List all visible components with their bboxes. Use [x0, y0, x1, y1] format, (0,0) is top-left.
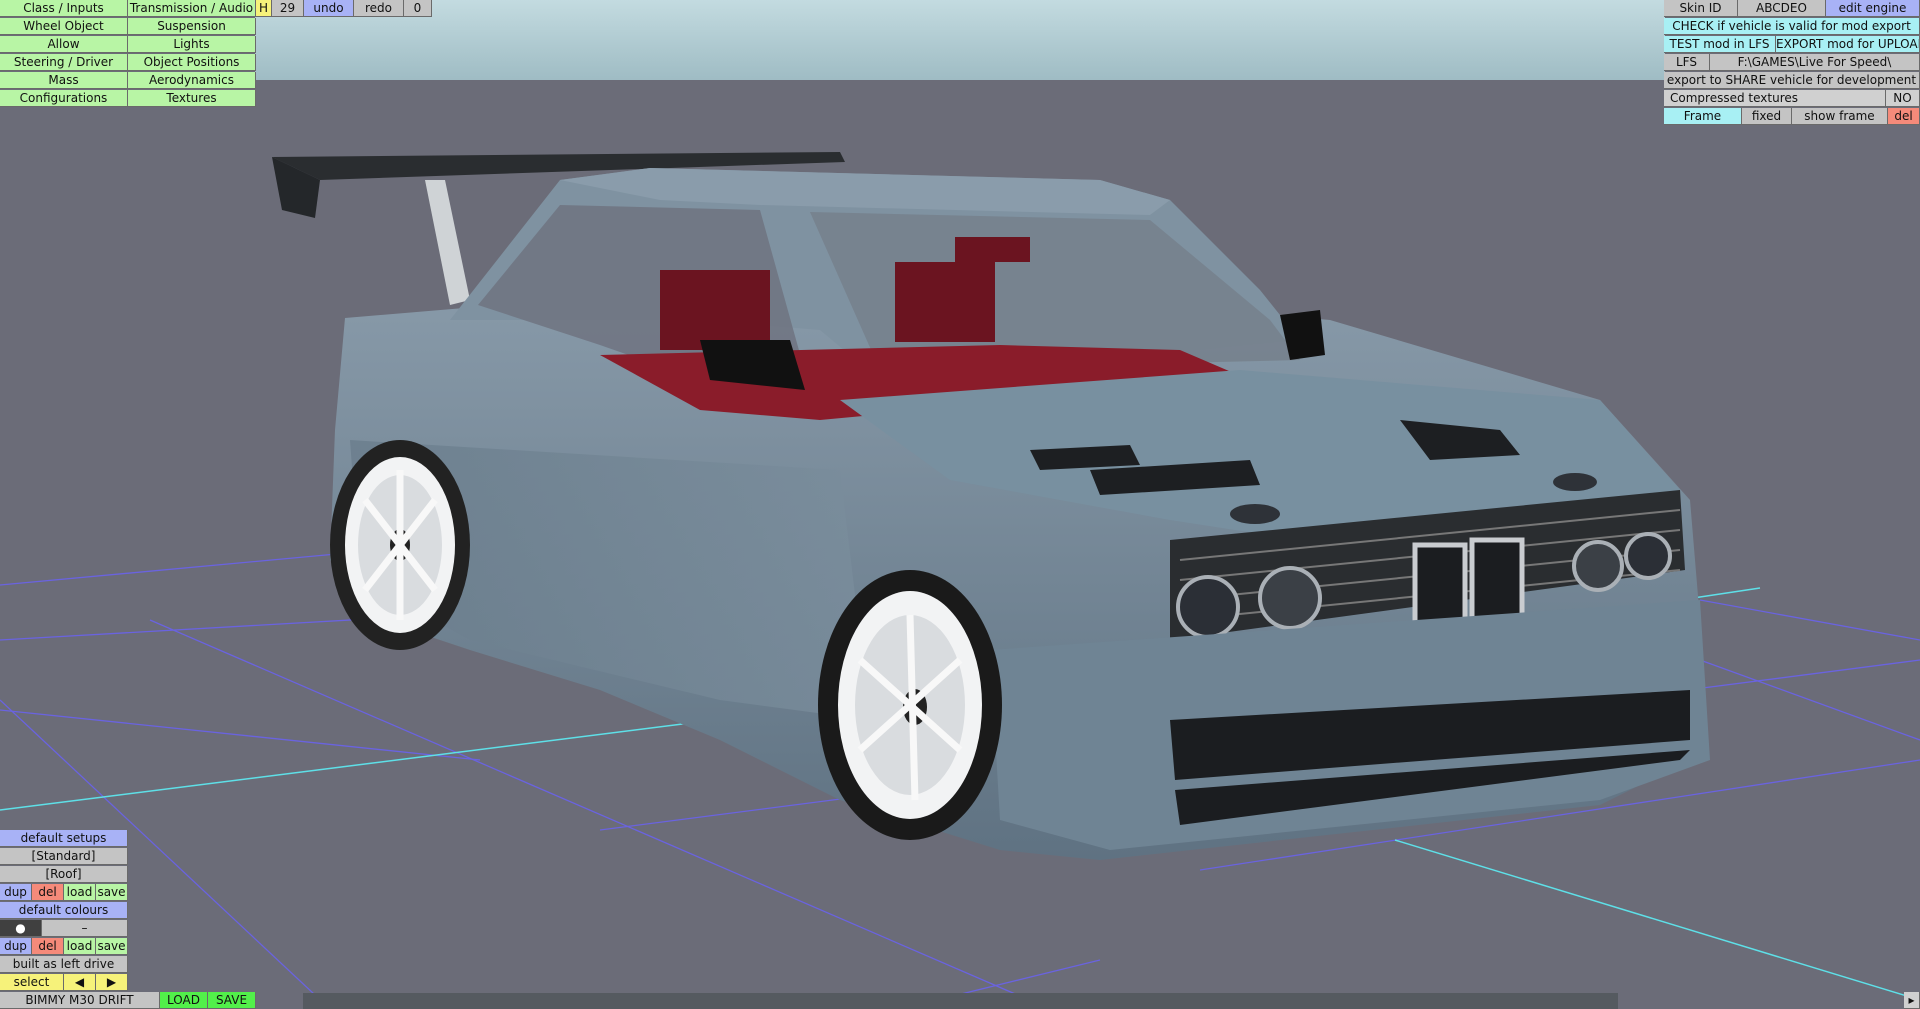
- colour-load-button[interactable]: load: [64, 938, 96, 955]
- load-vehicle-button[interactable]: LOAD: [160, 992, 208, 1009]
- colour-dup-button[interactable]: dup: [0, 938, 32, 955]
- menu-item-transmission-audio[interactable]: Transmission / Audio: [128, 0, 256, 17]
- menu-item-configurations[interactable]: Configurations: [0, 90, 128, 107]
- save-vehicle-button[interactable]: SAVE: [208, 992, 256, 1009]
- colour-del-button[interactable]: del: [32, 938, 64, 955]
- lfs-label: LFS: [1664, 54, 1710, 71]
- 3d-viewport[interactable]: [0, 0, 1920, 1009]
- compressed-textures-label: Compressed textures: [1664, 90, 1886, 107]
- select-button[interactable]: select: [0, 974, 64, 991]
- scroll-right-arrow-icon[interactable]: ▸: [1904, 992, 1920, 1009]
- test-mod-button[interactable]: TEST mod in LFS: [1664, 36, 1776, 53]
- redo-count: 0: [404, 0, 432, 17]
- compressed-textures-toggle[interactable]: NO: [1886, 90, 1920, 107]
- export-mod-button[interactable]: EXPORT mod for UPLOAD: [1776, 36, 1920, 53]
- skin-id-label: Skin ID: [1664, 0, 1738, 17]
- frame-button[interactable]: Frame: [1664, 108, 1742, 125]
- colour-swatch[interactable]: ●: [0, 920, 42, 937]
- h-button[interactable]: H: [256, 0, 272, 17]
- sky-backdrop: [255, 0, 1665, 80]
- menu-item-wheel-object[interactable]: Wheel Object: [0, 18, 128, 35]
- default-colours-button[interactable]: default colours: [0, 902, 128, 919]
- setup-dup-button[interactable]: dup: [0, 884, 32, 901]
- menu-item-allow[interactable]: Allow: [0, 36, 128, 53]
- setup-save-button[interactable]: save: [96, 884, 128, 901]
- menu-item-suspension[interactable]: Suspension: [128, 18, 256, 35]
- colour-empty[interactable]: –: [42, 920, 128, 937]
- menu-item-mass[interactable]: Mass: [0, 72, 128, 89]
- setup-roof[interactable]: [Roof]: [0, 866, 128, 883]
- vehicle-name-field[interactable]: BIMMY M30 DRIFT: [0, 992, 160, 1009]
- menu-item-steering-driver[interactable]: Steering / Driver: [0, 54, 128, 71]
- menu-item-object-positions[interactable]: Object Positions: [128, 54, 256, 71]
- next-arrow-icon[interactable]: ▶: [96, 974, 128, 991]
- colour-save-button[interactable]: save: [96, 938, 128, 955]
- menu-item-aerodynamics[interactable]: Aerodynamics: [128, 72, 256, 89]
- fixed-button[interactable]: fixed: [1742, 108, 1792, 125]
- frame-del-button[interactable]: del: [1888, 108, 1920, 125]
- horizontal-scrollbar[interactable]: [303, 993, 1618, 1009]
- undo-count: 29: [272, 0, 304, 17]
- setup-del-button[interactable]: del: [32, 884, 64, 901]
- undo-button[interactable]: undo: [304, 0, 354, 17]
- show-frame-button[interactable]: show frame: [1792, 108, 1888, 125]
- prev-arrow-icon[interactable]: ◀: [64, 974, 96, 991]
- edit-engine-button[interactable]: edit engine: [1826, 0, 1920, 17]
- left-drive-toggle[interactable]: built as left drive: [0, 956, 128, 973]
- menu-item-class-inputs[interactable]: Class / Inputs: [0, 0, 128, 17]
- lfs-path-field[interactable]: F:\GAMES\Live For Speed\: [1710, 54, 1920, 71]
- redo-button[interactable]: redo: [354, 0, 404, 17]
- menu-item-textures[interactable]: Textures: [128, 90, 256, 107]
- export-share-button[interactable]: export to SHARE vehicle for development: [1664, 72, 1920, 89]
- default-setups-button[interactable]: default setups: [0, 830, 128, 847]
- setup-standard[interactable]: [Standard]: [0, 848, 128, 865]
- menu-item-lights[interactable]: Lights: [128, 36, 256, 53]
- setup-load-button[interactable]: load: [64, 884, 96, 901]
- check-valid-button[interactable]: CHECK if vehicle is valid for mod export: [1664, 18, 1920, 35]
- skin-id-value[interactable]: ABCDEO: [1738, 0, 1826, 17]
